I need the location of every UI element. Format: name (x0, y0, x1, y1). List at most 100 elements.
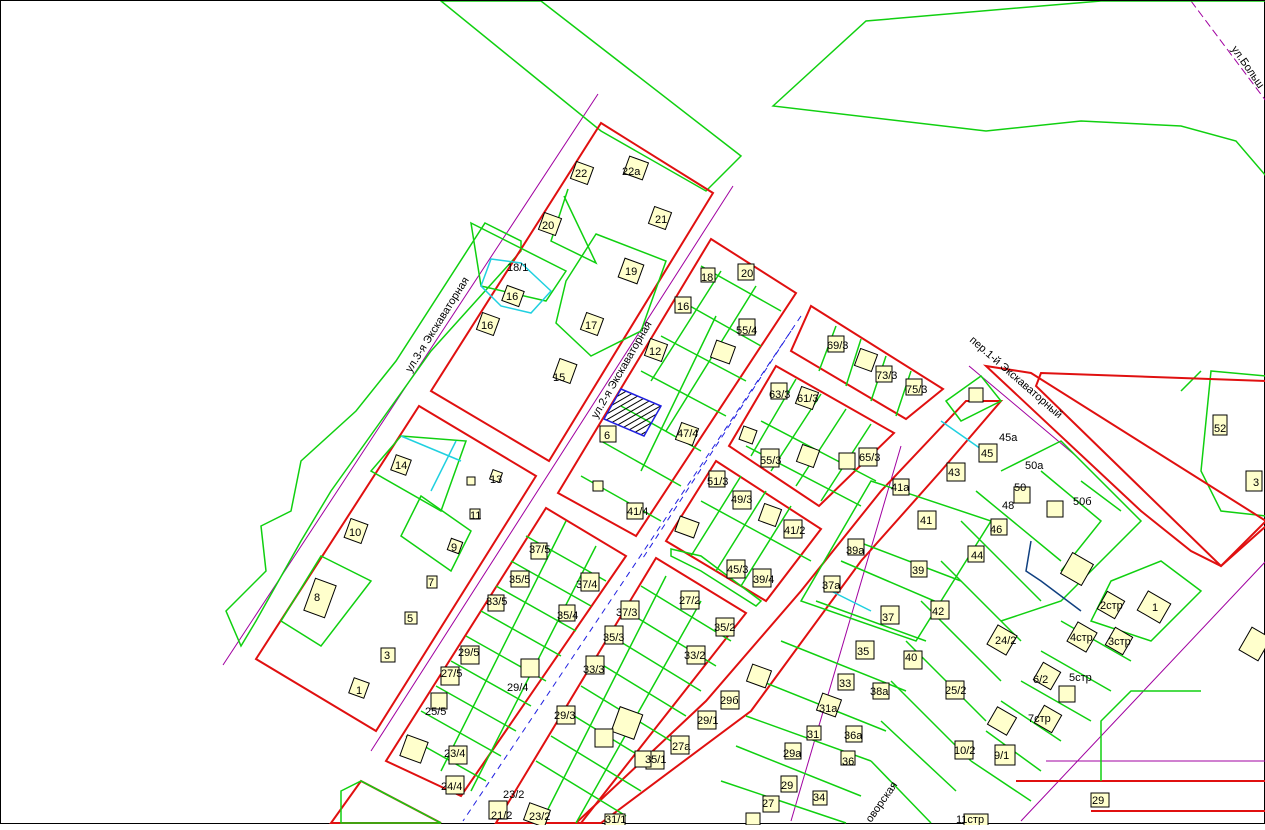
lot-label[interactable]: 24/2 (995, 635, 1016, 647)
lot-label[interactable]: 50 (1014, 482, 1026, 494)
lot-label[interactable]: 47/4 (677, 428, 698, 440)
lot-label[interactable]: 33/5 (486, 596, 507, 608)
lot-label[interactable]: 29а (783, 748, 802, 760)
lot-label[interactable]: 75/3 (906, 384, 927, 396)
lot-label[interactable]: 3стр (1108, 636, 1131, 648)
lot-label[interactable]: 22 (575, 168, 587, 180)
lot-label[interactable]: 33/2 (684, 650, 705, 662)
lot-label[interactable]: 15 (553, 372, 565, 384)
lot-label[interactable]: 31/1 (605, 814, 626, 826)
lot-label[interactable]: 27/5 (441, 668, 462, 680)
lot-label[interactable]: 42 (932, 606, 944, 618)
lot-label[interactable]: 6/2 (1033, 674, 1048, 686)
lot-label[interactable]: 73/3 (876, 370, 897, 382)
lot-label[interactable]: 23/2 (529, 811, 550, 823)
lot-label[interactable]: 37а (822, 580, 841, 592)
lot-label[interactable]: 22а (622, 166, 641, 178)
lot-label[interactable]: 23/4 (444, 748, 465, 760)
lot-label[interactable]: 2стр (1100, 600, 1123, 612)
lot-label[interactable]: 38а (870, 686, 889, 698)
lot-label[interactable]: 69/3 (827, 340, 848, 352)
lot-label[interactable]: 10/2 (954, 745, 975, 757)
lot-label[interactable]: 8 (314, 592, 320, 604)
lot-label[interactable]: 29/1 (697, 715, 718, 727)
lot-label[interactable]: 34 (813, 792, 825, 804)
lot-label[interactable]: 5 (407, 613, 413, 625)
lot-label[interactable]: 36 (842, 756, 854, 768)
lot-label[interactable]: 21/2 (491, 810, 512, 822)
lot-label[interactable]: 36а (844, 730, 863, 742)
lot-label[interactable]: 16 (506, 291, 518, 303)
lot-label[interactable]: 40 (905, 652, 917, 664)
lot-label[interactable]: 61/3 (797, 393, 818, 405)
lot-label[interactable]: 48 (1002, 500, 1014, 512)
lot-label[interactable]: 24/4 (441, 781, 462, 793)
lot-label[interactable]: 35 (857, 646, 869, 658)
lot-label[interactable]: 45/3 (727, 564, 748, 576)
lot-label[interactable]: 3 (1253, 477, 1259, 489)
lot-label[interactable]: 25/2 (945, 685, 966, 697)
lot-label[interactable]: 18 (701, 272, 713, 284)
lot-label[interactable]: 16 (677, 301, 689, 313)
lot-label[interactable]: 25/5 (425, 706, 446, 718)
lot-label[interactable]: 13 (490, 474, 502, 486)
lot-label[interactable]: 45а (999, 432, 1018, 444)
lot-label[interactable]: 5стр (1069, 672, 1092, 684)
lot-label[interactable]: 23/2 (503, 789, 524, 801)
lot-label[interactable]: 3 (384, 650, 390, 662)
lot-label[interactable]: 4стр (1070, 632, 1093, 644)
lot-label[interactable]: 37/4 (576, 579, 597, 591)
lot-label[interactable]: 31а (819, 703, 838, 715)
lot-label[interactable]: 41/4 (627, 506, 648, 518)
lot-label[interactable]: 29/5 (458, 647, 479, 659)
lot-label[interactable]: 20 (542, 220, 554, 232)
lot-label[interactable]: 27 (762, 798, 774, 810)
lot-label[interactable]: 35/3 (603, 632, 624, 644)
lot-label[interactable]: 37/3 (616, 607, 637, 619)
lot-label[interactable]: 21 (655, 214, 667, 226)
lot-label[interactable]: 43 (948, 467, 960, 479)
lot-label[interactable]: 37/5 (529, 544, 550, 556)
lot-label[interactable]: 49/3 (731, 494, 752, 506)
lot-label[interactable]: 9/1 (994, 750, 1009, 762)
cadastral-map[interactable]: ул.3-я Экскаваторная ул.2-я Экскаваторна… (0, 0, 1265, 828)
lot-label[interactable]: 65/3 (859, 452, 880, 464)
lot-label[interactable]: 39а (846, 545, 865, 557)
lot-label[interactable]: 27/2 (679, 595, 700, 607)
lot-label[interactable]: 16 (481, 320, 493, 332)
lot-label[interactable]: 46 (990, 524, 1002, 536)
lot-label[interactable]: 6 (604, 430, 610, 442)
lot-label[interactable]: 31 (807, 729, 819, 741)
lot-label[interactable]: 7 (428, 577, 434, 589)
lot-label[interactable]: 12 (649, 346, 661, 358)
lot-label[interactable]: 45 (981, 448, 993, 460)
lot-label[interactable]: 18/1 (507, 262, 528, 274)
lot-label[interactable]: 14 (395, 460, 407, 472)
lot-label[interactable]: 29б (720, 695, 739, 707)
lot-label[interactable]: 33 (839, 678, 851, 690)
lot-label[interactable]: 29/3 (554, 710, 575, 722)
lot-label[interactable]: 35/4 (557, 610, 578, 622)
lot-label[interactable]: 63/3 (769, 389, 790, 401)
lot-label[interactable]: 20 (741, 268, 753, 280)
lot-label[interactable]: 27а (672, 741, 691, 753)
lot-label[interactable]: 35/2 (714, 622, 735, 634)
lot-label[interactable]: 41а (891, 482, 910, 494)
lot-label[interactable]: 35/5 (509, 574, 530, 586)
lot-label[interactable]: 11стр (956, 814, 984, 826)
lot-label[interactable]: 17 (585, 320, 597, 332)
lot-label[interactable]: 55/3 (760, 455, 781, 467)
lot-label[interactable]: 55/4 (736, 325, 757, 337)
lot-label[interactable]: 7стр (1028, 713, 1051, 725)
lot-label[interactable]: 51/3 (707, 476, 728, 488)
lot-label[interactable]: 19 (625, 266, 637, 278)
lot-label[interactable]: 29 (781, 780, 793, 792)
lot-label[interactable]: 11 (470, 510, 481, 522)
lot-label[interactable]: 1 (1152, 602, 1158, 614)
lot-label[interactable]: 39 (912, 565, 924, 577)
lot-label[interactable]: 41 (920, 515, 932, 527)
lot-label[interactable]: 29 (1092, 795, 1104, 807)
lot-label[interactable]: 1 (356, 685, 362, 697)
lot-label[interactable]: 35/1 (645, 754, 666, 766)
lot-label[interactable]: 39/4 (753, 574, 774, 586)
